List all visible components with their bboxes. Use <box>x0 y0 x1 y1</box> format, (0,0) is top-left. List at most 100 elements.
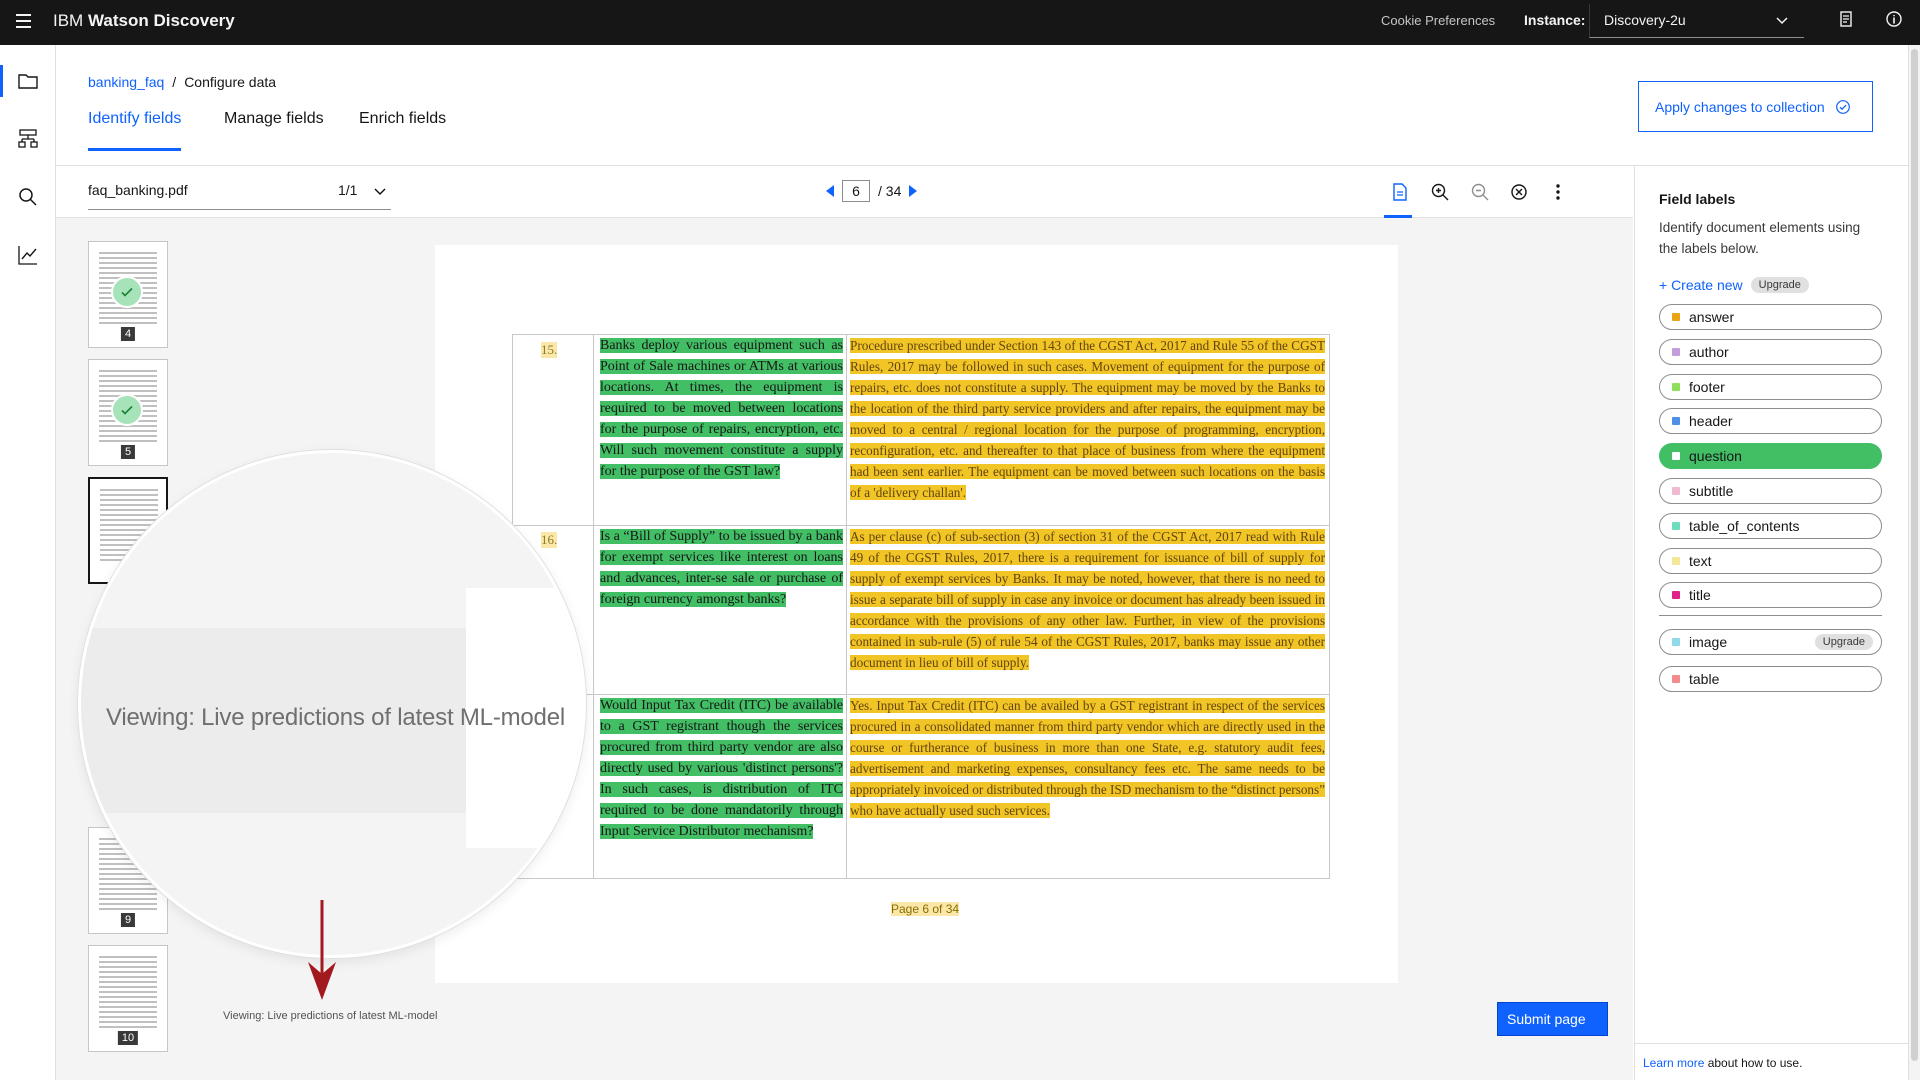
label-table-of-contents[interactable]: table_of_contents <box>1659 513 1882 539</box>
create-new-row: + Create new Upgrade <box>1659 277 1809 293</box>
product-name: IBM Watson Discovery <box>53 11 235 31</box>
file-count: 1/1 <box>338 182 358 198</box>
previous-page-icon[interactable] <box>826 185 834 197</box>
rail-item-analytics[interactable] <box>0 231 56 279</box>
help-icon[interactable] <box>1884 9 1904 29</box>
thumbnail-page-number: 9 <box>120 913 136 927</box>
label-color-swatch <box>1672 383 1680 391</box>
search-icon <box>19 188 37 206</box>
label-color-swatch <box>1672 487 1680 495</box>
chevron-down-icon <box>1776 17 1788 25</box>
field-labels-panel: Field labels Identify document elements … <box>1634 166 1909 1080</box>
thumbnail-page-number: 10 <box>117 1031 139 1045</box>
label-answer[interactable]: answer <box>1659 304 1882 330</box>
label-color-swatch <box>1672 591 1680 599</box>
next-page-icon[interactable] <box>909 185 918 197</box>
cookie-preferences-link[interactable]: Cookie Preferences <box>1381 13 1495 28</box>
breadcrumb-separator: / <box>172 74 177 90</box>
label-color-swatch <box>1672 313 1680 321</box>
label-name: table <box>1689 671 1720 687</box>
page-number-input[interactable]: 6 <box>842 180 870 202</box>
label-text[interactable]: text <box>1659 548 1882 574</box>
rail-item-collections[interactable] <box>0 57 56 105</box>
checkmark-icon <box>111 394 143 426</box>
question-text[interactable]: Is a “Bill of Supply” to be issued by a … <box>600 526 843 610</box>
magnifier-text: Viewing: Live predictions of latest ML-m… <box>106 704 565 731</box>
zoom-in-icon[interactable] <box>1426 178 1454 206</box>
apply-changes-label: Apply changes to collection <box>1655 98 1825 115</box>
tab-identify-fields[interactable]: Identify fields <box>88 110 182 151</box>
thumbnail-page-number: 4 <box>120 327 136 341</box>
hierarchy-icon <box>18 129 38 148</box>
page-footer: Page 6 of 34 <box>891 902 960 916</box>
label-color-swatch <box>1672 675 1680 683</box>
question-highlight: Banks deploy various equipment such as P… <box>600 338 843 479</box>
upgrade-tag[interactable]: Upgrade <box>1814 634 1873 650</box>
question-highlight: Is a “Bill of Supply” to be issued by a … <box>600 529 843 607</box>
label-color-swatch <box>1672 348 1680 356</box>
label-author[interactable]: author <box>1659 339 1882 365</box>
submit-page-button[interactable]: Submit page <box>1497 1002 1608 1036</box>
answer-text[interactable]: Procedure prescribed under Section 143 o… <box>850 335 1325 503</box>
rail-item-manage[interactable] <box>0 115 56 163</box>
tab-enrich-fields[interactable]: Enrich fields <box>359 110 446 148</box>
left-nav-rail <box>0 45 56 1080</box>
folder-icon <box>18 74 38 89</box>
menu-icon[interactable] <box>8 6 38 36</box>
upgrade-tag[interactable]: Upgrade <box>1750 277 1809 293</box>
label-header[interactable]: header <box>1659 408 1882 434</box>
apply-changes-button[interactable]: Apply changes to collection <box>1638 81 1873 132</box>
question-text[interactable]: Banks deploy various equipment such as P… <box>600 335 843 482</box>
label-image[interactable]: image Upgrade <box>1659 629 1882 655</box>
page-thumbnail[interactable]: 5 <box>88 359 168 466</box>
label-title[interactable]: title <box>1659 582 1882 608</box>
top-bar: IBM Watson Discovery Cookie Preferences … <box>0 0 1920 45</box>
label-subtitle[interactable]: subtitle <box>1659 478 1882 504</box>
label-table[interactable]: table <box>1659 666 1882 692</box>
row-number: 15. <box>541 342 558 358</box>
line-chart-icon <box>18 246 37 265</box>
thumbnail-page-number: 5 <box>120 445 136 459</box>
page-scrollbar[interactable] <box>1908 45 1920 1080</box>
tab-manage-fields[interactable]: Manage fields <box>224 110 324 148</box>
labels-divider <box>1659 615 1882 616</box>
arrow-down-icon <box>308 900 336 1000</box>
page-thumbnail[interactable]: 10 <box>88 945 168 1052</box>
label-name: image <box>1689 634 1728 650</box>
magnifier-callout: Viewing: Live predictions of latest ML-m… <box>78 450 586 958</box>
checkmark-icon <box>111 276 143 308</box>
answer-highlight: Procedure prescribed under Section 143 o… <box>850 338 1325 500</box>
answer-text[interactable]: Yes. Input Tax Credit (ITC) can be avail… <box>850 695 1326 821</box>
document-icon[interactable] <box>1836 9 1856 29</box>
label-footer[interactable]: footer <box>1659 374 1882 400</box>
zoom-out-icon[interactable] <box>1466 178 1494 206</box>
clear-icon[interactable] <box>1505 178 1533 206</box>
row-number: 16. <box>541 532 558 548</box>
learn-more-link[interactable]: Learn more <box>1643 1056 1704 1070</box>
page-thumbnail[interactable]: 4 <box>88 241 168 348</box>
create-new-link[interactable]: + Create new <box>1659 277 1743 293</box>
label-name: question <box>1689 448 1742 464</box>
label-name: author <box>1689 344 1729 360</box>
thumbnail-preview <box>99 956 157 1028</box>
label-color-swatch <box>1672 557 1680 565</box>
label-name: title <box>1689 587 1711 603</box>
breadcrumb: banking_faq / Configure data <box>88 74 276 90</box>
learn-more-suffix: about how to use. <box>1704 1056 1803 1070</box>
overflow-menu-icon[interactable] <box>1544 178 1572 206</box>
instance-dropdown[interactable]: Discovery-2u <box>1589 4 1804 38</box>
document-view-icon[interactable] <box>1384 178 1414 218</box>
chevron-down-icon[interactable] <box>372 184 388 200</box>
brand-prefix: IBM <box>53 11 84 30</box>
label-question[interactable]: question <box>1659 443 1882 469</box>
rail-item-search[interactable] <box>0 173 56 221</box>
breadcrumb-project-link[interactable]: banking_faq <box>88 74 164 90</box>
brand-name: Watson Discovery <box>87 11 235 30</box>
breadcrumb-current: Configure data <box>184 74 277 90</box>
question-text[interactable]: Would Input Tax Credit (ITC) be availabl… <box>600 695 843 842</box>
instance-label: Instance: <box>1524 12 1586 28</box>
scrollbar-thumb[interactable] <box>1911 49 1918 1061</box>
answer-text[interactable]: As per clause (c) of sub-section (3) of … <box>850 526 1325 673</box>
checkmark-outline-icon <box>1835 99 1850 114</box>
label-name: answer <box>1689 309 1735 325</box>
